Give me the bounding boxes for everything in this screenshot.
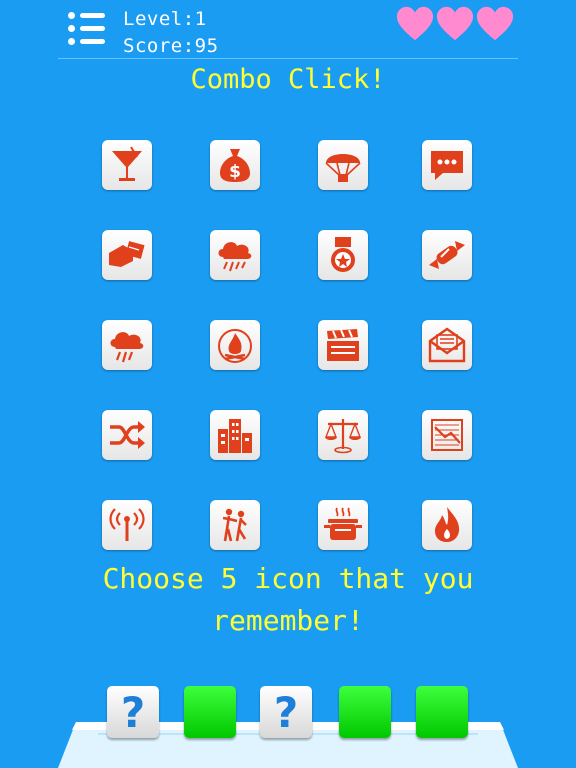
instruction-line-2: remember!: [212, 604, 364, 637]
tile-campfire[interactable]: [210, 320, 260, 370]
tile-clapperboard[interactable]: [318, 320, 368, 370]
heart-icon: [396, 6, 434, 41]
handshake-card-icon: [109, 241, 145, 267]
game-title: Combo Click!: [190, 64, 386, 95]
cocktail-icon: [112, 146, 142, 181]
menu-button[interactable]: [68, 12, 106, 46]
svg-text:$: $: [229, 162, 241, 182]
campfire-icon: [218, 329, 252, 363]
heart-icon: [476, 6, 514, 41]
storm-cloud-icon: [110, 332, 144, 363]
tile-medal[interactable]: [318, 230, 368, 280]
scales-icon: [324, 419, 362, 454]
medal-icon: [331, 237, 355, 272]
tile-money-bag[interactable]: $: [210, 140, 260, 190]
answer-slot-4[interactable]: [339, 686, 391, 738]
tile-candy[interactable]: [422, 230, 472, 280]
menu-dot: [68, 38, 75, 45]
tile-parachute[interactable]: [318, 140, 368, 190]
tile-rain-cloud[interactable]: [210, 230, 260, 280]
question-mark: ?: [273, 687, 299, 737]
answer-slot-5[interactable]: [416, 686, 468, 738]
menu-bar: [80, 13, 105, 18]
money-bag-icon: $: [220, 149, 250, 182]
tile-storm-cloud[interactable]: [102, 320, 152, 370]
tile-city-buildings[interactable]: [210, 410, 260, 460]
score-label: Score:95: [123, 35, 219, 57]
chat-bubble-icon: [431, 151, 463, 180]
menu-bar: [80, 39, 105, 44]
dancing-couple-icon: [222, 508, 247, 542]
candy-icon: [429, 241, 465, 269]
answer-slot-3[interactable]: ?: [260, 686, 312, 738]
tile-shuffle[interactable]: [102, 410, 152, 460]
level-label: Level:1: [123, 8, 207, 30]
tile-handshake-card[interactable]: [102, 230, 152, 280]
tile-chat-bubble[interactable]: [422, 140, 472, 190]
heart-icon: [436, 6, 474, 41]
envelope-letter-icon: [428, 327, 466, 363]
answer-slot-2[interactable]: [184, 686, 236, 738]
tile-cocktail[interactable]: [102, 140, 152, 190]
shuffle-icon: [110, 421, 145, 449]
parachute-icon: [325, 154, 361, 182]
tile-chart-document[interactable]: [422, 410, 472, 460]
tile-cooking-pot[interactable]: [318, 500, 368, 550]
clapperboard-icon: [327, 329, 359, 361]
tile-fire[interactable]: [422, 500, 472, 550]
tile-wireless-signal[interactable]: [102, 500, 152, 550]
fire-icon: [435, 507, 460, 542]
tile-dancing-couple[interactable]: [210, 500, 260, 550]
menu-dot: [68, 12, 75, 19]
menu-bar: [80, 26, 105, 31]
rain-cloud-icon: [218, 242, 252, 272]
tile-scales[interactable]: [318, 410, 368, 460]
lives-display: [396, 6, 514, 42]
city-buildings-icon: [218, 419, 252, 453]
instruction-line-1: Choose 5 icon that you: [102, 562, 474, 595]
tile-envelope-letter[interactable]: [422, 320, 472, 370]
wireless-signal-icon: [109, 508, 145, 541]
menu-dot: [68, 25, 75, 32]
question-mark: ?: [120, 687, 146, 737]
cooking-pot-icon: [324, 507, 362, 540]
icon-grid: $: [102, 140, 474, 552]
answer-slot-1[interactable]: ?: [107, 686, 159, 738]
chart-document-icon: [431, 419, 463, 451]
hud-divider: [58, 58, 518, 59]
